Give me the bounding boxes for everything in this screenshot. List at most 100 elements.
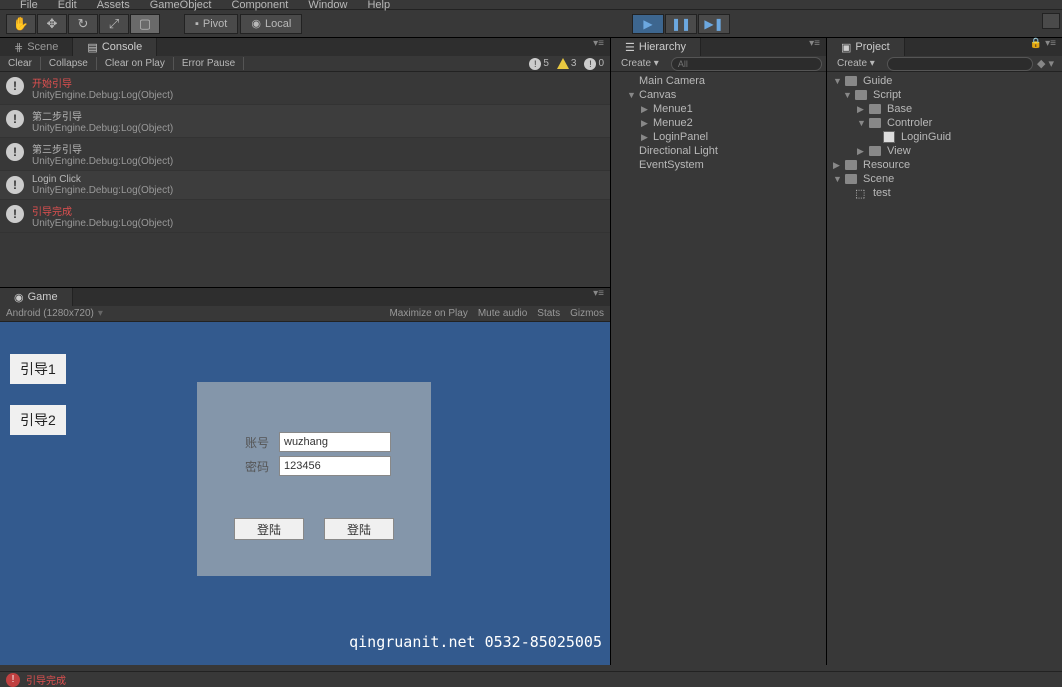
hierarchy-item[interactable]: ▶Menue2 [611, 116, 826, 130]
menu-component[interactable]: Component [221, 0, 298, 9]
login-button-2[interactable]: 登陆 [324, 518, 394, 540]
menu-edit[interactable]: Edit [48, 0, 87, 9]
expand-arrow-icon[interactable]: ▶ [857, 104, 867, 115]
hierarchy-item[interactable]: Main Camera [611, 74, 826, 88]
expand-arrow-icon[interactable]: ▼ [627, 90, 637, 100]
project-tab-options[interactable]: 🔒 ▾≡ [1024, 38, 1062, 56]
log-entry[interactable]: ! 第二步引导 UnityEngine.Debug:Log(Object) [0, 105, 610, 138]
expand-arrow-icon[interactable]: ▼ [857, 118, 867, 128]
warn-icon [557, 58, 569, 69]
warn-filter[interactable]: 3 [557, 58, 577, 70]
log-source: UnityEngine.Debug:Log(Object) [32, 185, 173, 196]
step-button[interactable]: ▶❚ [698, 14, 730, 34]
play-button[interactable]: ▶ [632, 14, 664, 34]
project-item[interactable]: ▶ Resource [827, 158, 1062, 172]
item-label: EventSystem [639, 159, 704, 171]
mute-toggle[interactable]: Mute audio [478, 308, 527, 319]
hierarchy-item[interactable]: ▶Menue1 [611, 102, 826, 116]
tab-options[interactable]: ▾≡ [587, 38, 610, 56]
menu-file[interactable]: File [10, 0, 48, 9]
project-item[interactable]: ⬚test [827, 186, 1062, 200]
project-item[interactable]: LoginGuid [827, 130, 1062, 144]
menu-assets[interactable]: Assets [87, 0, 140, 9]
guide-button-1[interactable]: 引导1 [10, 354, 66, 384]
status-error-icon: ! [6, 673, 20, 687]
folder-icon [869, 146, 881, 156]
stats-toggle[interactable]: Stats [537, 308, 560, 319]
project-item[interactable]: ▶Base [827, 102, 1062, 116]
maximize-toggle[interactable]: Maximize on Play [389, 308, 467, 319]
project-search[interactable] [887, 57, 1033, 71]
info-filter[interactable]: !5 [529, 58, 549, 70]
log-entry[interactable]: ! 开始引导 UnityEngine.Debug:Log(Object) [0, 72, 610, 105]
hand-tool[interactable]: ✋ [6, 14, 36, 34]
log-entry[interactable]: ! Login Click UnityEngine.Debug:Log(Obje… [0, 171, 610, 200]
move-tool[interactable]: ✥ [37, 14, 67, 34]
tab-project[interactable]: ▣Project [827, 38, 905, 56]
menu-gameobject[interactable]: GameObject [140, 0, 222, 9]
expand-arrow-icon[interactable]: ▶ [641, 118, 651, 129]
search-options-icon[interactable]: ◆ ▾ [1033, 57, 1058, 70]
guide-button-2[interactable]: 引导2 [10, 405, 66, 435]
log-message: 开始引导 [32, 75, 173, 90]
project-item[interactable]: ▼ Controler [827, 116, 1062, 130]
pivot-toggle[interactable]: ▪Pivot [184, 14, 238, 34]
scale-tool[interactable]: ⤢ [99, 14, 129, 34]
hierarchy-create[interactable]: Create ▾ [615, 58, 665, 69]
expand-arrow-icon[interactable]: ▼ [843, 90, 853, 100]
layers-dropdown[interactable] [1042, 13, 1060, 29]
pivot-icon: ▪ [195, 18, 199, 30]
folder-icon [869, 118, 881, 128]
project-item[interactable]: ▶View [827, 144, 1062, 158]
game-view: 引导1 引导2 账号 密码 登陆 登陆 qingru [0, 322, 610, 665]
login-button-1[interactable]: 登陆 [234, 518, 304, 540]
unity-icon: ⬚ [855, 187, 867, 199]
project-item[interactable]: ▼Script [827, 88, 1062, 102]
log-info-icon: ! [6, 77, 24, 95]
tab-hierarchy[interactable]: ☰Hierarchy [611, 38, 701, 56]
expand-arrow-icon[interactable]: ▶ [641, 132, 651, 143]
game-tab-options[interactable]: ▾≡ [587, 288, 610, 306]
error-filter[interactable]: !0 [584, 58, 604, 70]
password-input[interactable] [279, 456, 391, 476]
hierarchy-item[interactable]: ▼Canvas [611, 88, 826, 102]
username-input[interactable] [279, 432, 391, 452]
local-toggle[interactable]: ◉Local [240, 14, 302, 34]
menu-window[interactable]: Window [298, 0, 357, 9]
pause-icon: ❚❚ [671, 17, 691, 31]
project-item[interactable]: ▼Scene [827, 172, 1062, 186]
expand-arrow-icon[interactable]: ▼ [833, 174, 843, 184]
item-label: Menue2 [653, 117, 693, 129]
hierarchy-item[interactable]: Directional Light [611, 144, 826, 158]
hierarchy-search[interactable] [671, 57, 822, 71]
expand-arrow-icon[interactable]: ▶ [641, 104, 651, 115]
project-create[interactable]: Create ▾ [831, 58, 881, 69]
log-entry[interactable]: ! 第三步引导 UnityEngine.Debug:Log(Object) [0, 138, 610, 171]
hierarchy-item[interactable]: ▶LoginPanel [611, 130, 826, 144]
rotate-tool[interactable]: ↻ [68, 14, 98, 34]
item-label: Resource [863, 159, 910, 171]
log-info-icon: ! [6, 110, 24, 128]
resolution-dropdown[interactable]: Android (1280x720) [6, 308, 94, 319]
hierarchy-item[interactable]: EventSystem [611, 158, 826, 172]
expand-arrow-icon[interactable]: ▶ [833, 160, 843, 171]
log-entry[interactable]: ! 引导完成 UnityEngine.Debug:Log(Object) [0, 200, 610, 233]
console-clear-on-play[interactable]: Clear on Play [97, 57, 174, 70]
expand-arrow-icon[interactable]: ▶ [857, 146, 867, 157]
console-error-pause[interactable]: Error Pause [174, 57, 244, 70]
gizmos-toggle[interactable]: Gizmos [570, 308, 604, 319]
menu-help[interactable]: Help [357, 0, 400, 9]
tab-game[interactable]: ◉Game [0, 288, 73, 306]
hierarchy-tab-options[interactable]: ▾≡ [803, 38, 826, 56]
expand-arrow-icon[interactable]: ▼ [833, 76, 843, 86]
console-clear[interactable]: Clear [0, 57, 41, 70]
item-label: Controler [887, 117, 932, 129]
status-bar: ! 引导完成 [0, 671, 1062, 687]
tab-console[interactable]: ▤Console [73, 38, 157, 56]
console-collapse[interactable]: Collapse [41, 57, 97, 70]
status-message: 引导完成 [26, 672, 66, 687]
project-item[interactable]: ▼Guide [827, 74, 1062, 88]
rect-tool[interactable]: ▢ [130, 14, 160, 34]
pause-button[interactable]: ❚❚ [665, 14, 697, 34]
tab-scene[interactable]: ⋕Scene [0, 38, 73, 56]
